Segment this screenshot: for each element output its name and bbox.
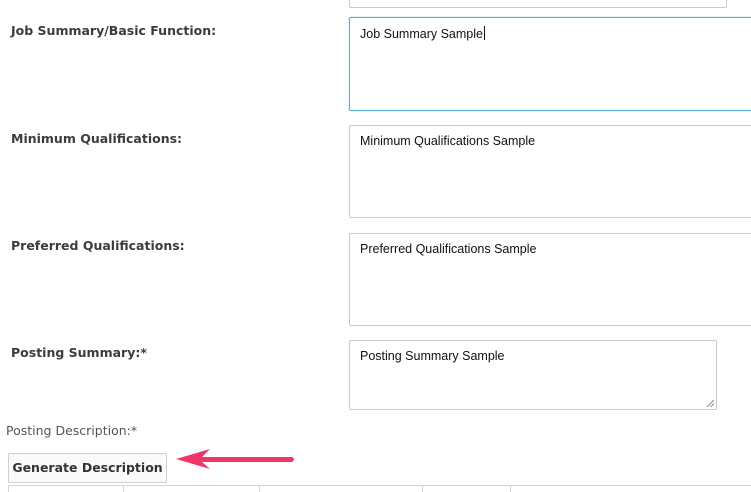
left-arrow-icon xyxy=(176,449,294,469)
job-summary-field[interactable]: Job Summary Sample xyxy=(349,17,751,111)
minimum-qualifications-field[interactable]: Minimum Qualifications Sample xyxy=(349,125,751,218)
job-summary-value: Job Summary Sample xyxy=(360,27,483,41)
table-divider xyxy=(510,486,511,492)
posting-summary-field[interactable]: Posting Summary Sample xyxy=(349,340,717,410)
table-divider xyxy=(8,486,9,492)
preferred-qualifications-value: Preferred Qualifications Sample xyxy=(360,242,537,256)
previous-field[interactable] xyxy=(349,0,727,8)
posting-summary-label: Posting Summary:* xyxy=(11,345,147,360)
posting-description-label: Posting Description:* xyxy=(6,423,138,438)
minimum-qualifications-value: Minimum Qualifications Sample xyxy=(360,134,536,148)
posting-summary-value: Posting Summary Sample xyxy=(360,349,505,363)
resize-grip-icon[interactable] xyxy=(706,399,714,407)
description-editor-toolbar xyxy=(8,485,751,492)
table-divider xyxy=(422,486,423,492)
job-summary-label: Job Summary/Basic Function: xyxy=(11,23,217,38)
table-divider xyxy=(259,486,260,492)
preferred-qualifications-field[interactable]: Preferred Qualifications Sample xyxy=(349,233,751,326)
minimum-qualifications-label: Minimum Qualifications: xyxy=(11,131,183,146)
generate-description-button[interactable]: Generate Description xyxy=(8,453,167,483)
table-divider xyxy=(123,486,124,492)
text-caret xyxy=(483,26,485,40)
preferred-qualifications-label: Preferred Qualifications: xyxy=(11,238,185,253)
